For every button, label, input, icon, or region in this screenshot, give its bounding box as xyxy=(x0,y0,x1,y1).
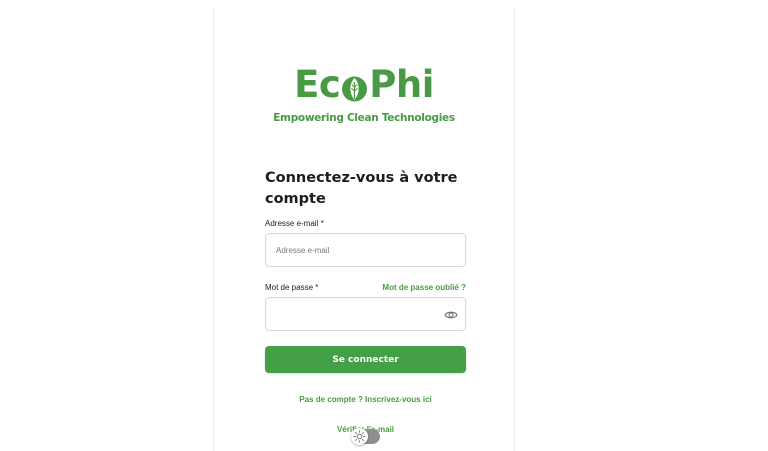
toggle-knob xyxy=(351,428,368,445)
login-button[interactable]: Se connecter xyxy=(265,346,466,373)
password-field-wrapper xyxy=(265,297,466,331)
brand-name-right: Phi xyxy=(369,63,434,106)
password-label: Mot de passe * xyxy=(265,283,319,292)
forgot-password-link[interactable]: Mot de passe oublié ? xyxy=(382,283,466,292)
email-label-row: Adresse e-mail * xyxy=(265,219,466,228)
theme-toggle[interactable] xyxy=(351,428,380,445)
page-title: Connectez-vous à votre compte xyxy=(265,170,458,207)
brand-wordmark: Ec Phi xyxy=(294,66,434,103)
email-label: Adresse e-mail * xyxy=(265,219,324,228)
brand-tagline: Empowering Clean Technologies xyxy=(273,112,455,124)
leaf-icon xyxy=(341,72,368,102)
password-field[interactable] xyxy=(265,297,466,331)
eye-icon[interactable] xyxy=(444,308,458,320)
email-field[interactable] xyxy=(265,233,466,267)
brand-name-left: Ec xyxy=(294,63,341,106)
sun-icon xyxy=(353,430,366,443)
signup-link[interactable]: Pas de compte ? Inscrivez-vous ici xyxy=(299,395,432,404)
signup-link-row: Pas de compte ? Inscrivez-vous ici xyxy=(265,389,466,407)
brand-logo: Ec Phi Empowering Clean Technologies xyxy=(214,66,514,124)
password-label-row: Mot de passe * Mot de passe oublié ? xyxy=(265,283,466,292)
login-form: Connectez-vous à votre compte Adresse e-… xyxy=(265,168,466,437)
login-panel: Ec Phi Empowering Clean Technologies Con… xyxy=(213,8,515,451)
